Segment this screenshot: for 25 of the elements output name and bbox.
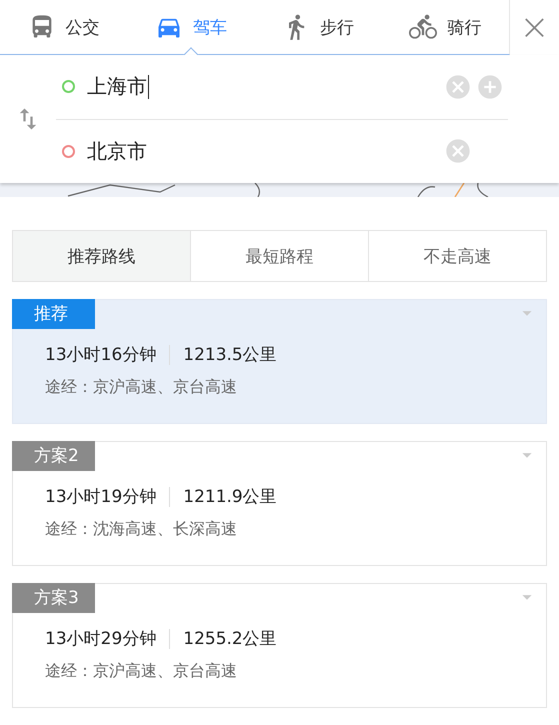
route-preference-tab[interactable]: 推荐路线 — [13, 231, 190, 281]
location-field[interactable]: 北京市 — [87, 138, 432, 165]
route-badge: 推荐 — [12, 299, 95, 329]
add-icon[interactable] — [476, 72, 504, 101]
mode-tab[interactable]: 步行 — [254, 0, 382, 54]
location-field[interactable]: 上海市 — [87, 73, 432, 100]
mode-tab[interactable]: 公交 — [0, 0, 128, 54]
route-duration: 13小时16分钟 — [45, 344, 156, 366]
mode-tab[interactable]: 骑行 — [382, 0, 509, 54]
route-card[interactable]: 推荐 13小时16分钟 1213.5公里 途经：京沪高速、京台高速 — [12, 299, 547, 424]
route-duration: 13小时19分钟 — [45, 486, 156, 508]
clear-icon[interactable] — [444, 137, 472, 166]
route-card[interactable]: 方案2 13小时19分钟 1211.9公里 途经：沈海高速、长深高速 — [12, 441, 547, 566]
clear-icon[interactable] — [444, 72, 472, 101]
route-duration: 13小时29分钟 — [45, 628, 156, 650]
route-via: 途经：京沪高速、京台高速 — [45, 377, 238, 398]
route-via: 途经：沈海高速、长深高速 — [45, 519, 238, 540]
route-distance: 1255.2公里 — [183, 628, 277, 650]
route-card[interactable]: 方案3 13小时29分钟 1255.2公里 途经：京沪高速、京台高速 — [12, 583, 547, 708]
route-badge: 方案3 — [12, 583, 95, 613]
route-distance: 1213.5公里 — [183, 344, 277, 366]
route-via: 途经：京沪高速、京台高速 — [45, 661, 238, 682]
route-distance: 1211.9公里 — [183, 486, 277, 508]
route-badge: 方案2 — [12, 441, 95, 471]
bicycle-icon — [409, 13, 438, 41]
